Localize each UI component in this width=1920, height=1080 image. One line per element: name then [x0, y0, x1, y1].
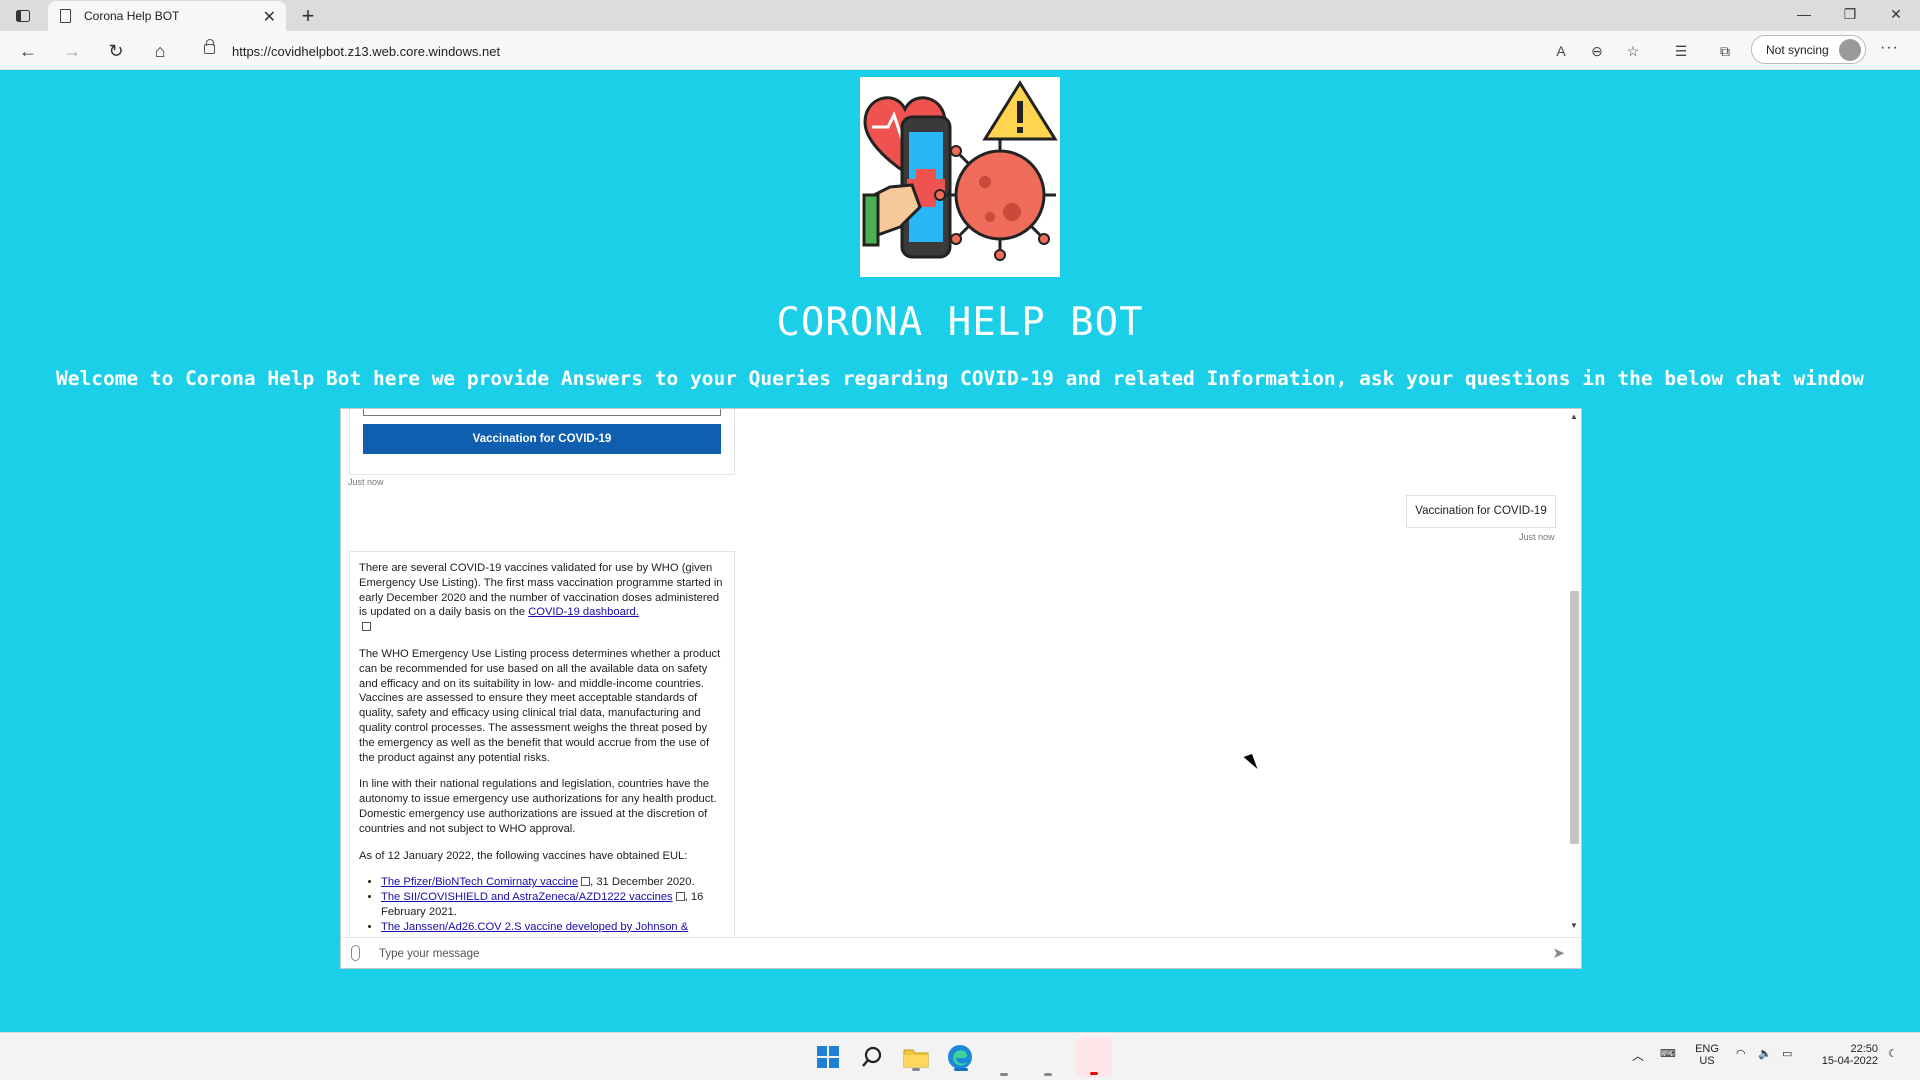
- add-favorite-icon[interactable]: ☆: [1623, 41, 1643, 61]
- scrollbar-thumb[interactable]: [1570, 591, 1579, 844]
- send-icon[interactable]: ➤: [1552, 944, 1565, 962]
- taskbar-app-indicator[interactable]: [1000, 1073, 1008, 1076]
- zoom-out-icon[interactable]: ⊖: [1587, 41, 1607, 61]
- back-icon[interactable]: ←: [16, 39, 40, 63]
- sync-label: Not syncing: [1766, 43, 1829, 57]
- search-icon[interactable]: [856, 1041, 888, 1073]
- language-code: ENG: [1695, 1043, 1719, 1055]
- clock[interactable]: 22:50 15-04-2022: [1808, 1043, 1878, 1067]
- avatar: [1839, 39, 1861, 61]
- vaccine-link[interactable]: The SII/COVISHIELD and AstraZeneca/AZD12…: [381, 891, 673, 903]
- plus-icon[interactable]: +: [296, 3, 320, 29]
- reply-paragraph: There are several COVID-19 vaccines vali…: [359, 561, 725, 635]
- close-window-icon[interactable]: ✕: [1886, 6, 1906, 23]
- browser-tab-strip: Corona Help BOT ✕ + — ❐ ✕: [0, 0, 1920, 32]
- bot-reply-card: There are several COVID-19 vaccines vali…: [349, 551, 735, 968]
- windows-start-icon[interactable]: [812, 1041, 844, 1073]
- battery-icon[interactable]: ▭: [1782, 1047, 1792, 1060]
- external-link-icon: [362, 622, 371, 632]
- taskbar-app-indicator[interactable]: [1044, 1073, 1052, 1076]
- file-explorer-icon[interactable]: [900, 1041, 932, 1073]
- timestamp: Just now: [1519, 532, 1555, 542]
- page-icon: [60, 9, 71, 23]
- wifi-icon[interactable]: ◠: [1736, 1047, 1746, 1060]
- vaccine-link[interactable]: The Pfizer/BioNTech Comirnaty vaccine: [381, 876, 578, 888]
- bot-logo: [860, 77, 1060, 277]
- attach-icon[interactable]: [351, 945, 360, 961]
- clock-date: 15-04-2022: [1821, 1055, 1878, 1067]
- show-hidden-icons-icon[interactable]: ︿: [1632, 1047, 1644, 1064]
- message-composer: ➤: [341, 937, 1581, 968]
- vaccine-list: The Pfizer/BioNTech Comirnaty vaccine , 3…: [381, 875, 725, 934]
- chat-scrollbar[interactable]: ▲ ▼: [1567, 409, 1581, 933]
- timestamp: Just now: [348, 477, 384, 487]
- address-bar[interactable]: https://covidhelpbot.z13.web.core.window…: [190, 36, 1740, 66]
- covid-dashboard-link[interactable]: COVID-19 dashboard.: [528, 606, 639, 618]
- forward-icon[interactable]: →: [60, 39, 84, 63]
- external-link-icon: [675, 892, 685, 902]
- collections-icon[interactable]: ⧉: [1715, 41, 1735, 61]
- close-icon[interactable]: ✕: [263, 7, 276, 27]
- reply-paragraph: As of 12 January 2022, the following vac…: [359, 849, 688, 862]
- vaccine-link[interactable]: The Janssen/Ad26.COV 2.S vaccine develop…: [381, 921, 688, 933]
- tab-actions-icon[interactable]: [12, 5, 34, 27]
- volume-icon[interactable]: 🔈: [1758, 1047, 1772, 1060]
- browser-tab[interactable]: Corona Help BOT ✕: [48, 1, 286, 32]
- edge-icon[interactable]: [944, 1041, 976, 1073]
- profile-sync-button[interactable]: Not syncing: [1751, 35, 1866, 64]
- chat-window: Vaccination for COVID-19 Just now Vaccin…: [340, 408, 1582, 969]
- suggestion-card: Vaccination for COVID-19: [349, 409, 735, 475]
- reply-paragraph: The WHO Emergency Use Listing process de…: [359, 647, 721, 764]
- address-toolbar: ← → ↻ ⌂ https://covidhelpbot.z13.web.cor…: [0, 31, 1920, 70]
- restore-icon[interactable]: ❐: [1840, 6, 1860, 23]
- region-code: US: [1699, 1055, 1715, 1067]
- page-title: CORONA HELP BOT: [776, 300, 1144, 345]
- list-item: The Janssen/Ad26.COV 2.S vaccine develop…: [381, 920, 725, 935]
- external-link-icon: [581, 877, 591, 887]
- taskbar-active-app[interactable]: [1076, 1037, 1112, 1077]
- more-icon[interactable]: ···: [1880, 39, 1899, 57]
- page-subtitle: Welcome to Corona Help Bot here we provi…: [56, 367, 1864, 390]
- lock-icon: [204, 39, 215, 54]
- user-message-bubble: Vaccination for COVID-19: [1406, 495, 1556, 528]
- list-item: The Pfizer/BioNTech Comirnaty vaccine , 3…: [381, 875, 725, 890]
- reply-paragraph: In line with their national regulations …: [359, 778, 717, 835]
- card-input-edge: [363, 409, 721, 416]
- clock-time: 22:50: [1850, 1043, 1878, 1055]
- language-indicator[interactable]: ENG US: [1692, 1043, 1722, 1067]
- scroll-up-icon[interactable]: ▲: [1570, 412, 1578, 421]
- message-input[interactable]: [379, 942, 1529, 966]
- scroll-down-icon[interactable]: ▼: [1570, 921, 1578, 930]
- tab-title: Corona Help BOT: [84, 9, 180, 23]
- notification-icon[interactable]: ☾: [1888, 1047, 1898, 1060]
- home-icon[interactable]: ⌂: [148, 39, 172, 63]
- favorites-icon[interactable]: ☰: [1671, 41, 1691, 61]
- keyboard-icon[interactable]: ⌨: [1660, 1047, 1676, 1060]
- url-text[interactable]: https://covidhelpbot.z13.web.core.window…: [232, 44, 500, 59]
- list-item-suffix: , 31 December 2020.: [590, 876, 695, 889]
- refresh-icon[interactable]: ↻: [104, 39, 128, 63]
- read-aloud-icon[interactable]: A: [1551, 41, 1571, 61]
- vaccination-suggestion-button[interactable]: Vaccination for COVID-19: [363, 424, 721, 454]
- minimize-icon[interactable]: —: [1794, 6, 1814, 22]
- list-item: The SII/COVISHIELD and AstraZeneca/AZD12…: [381, 890, 725, 920]
- taskbar: ︿ ⌨ ENG US ◠ 🔈 ▭ 22:50 15-04-2022 ☾: [0, 1032, 1920, 1080]
